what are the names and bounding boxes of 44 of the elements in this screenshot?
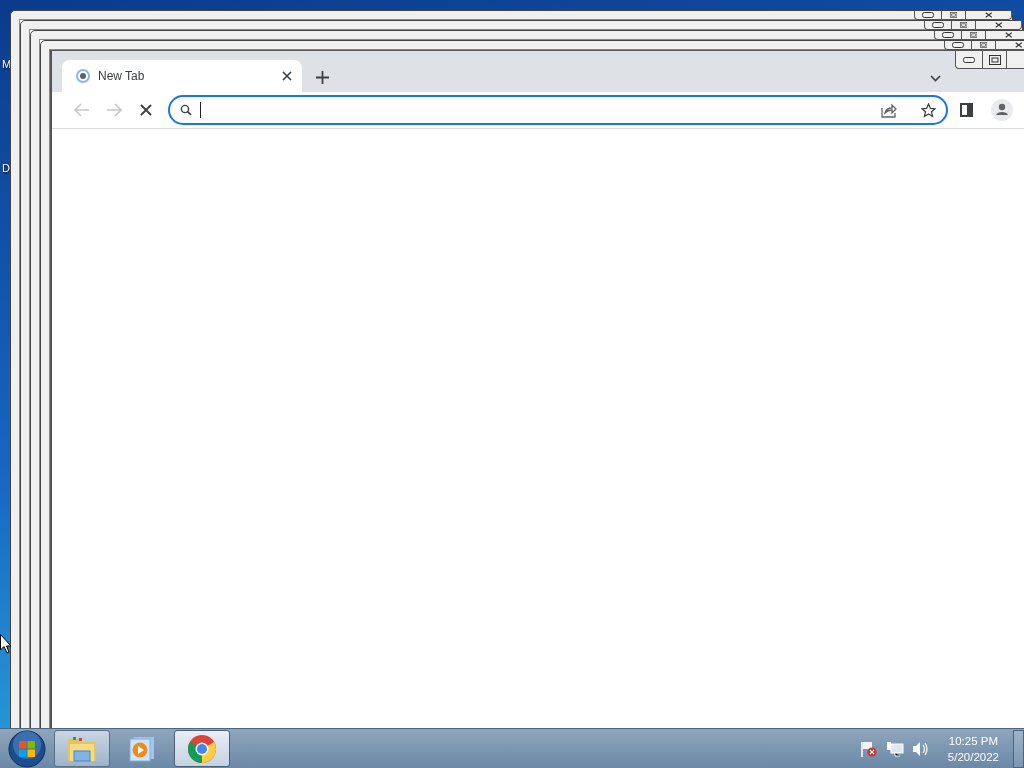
close-button[interactable] <box>986 31 1024 40</box>
show-desktop-button[interactable] <box>1013 729 1024 768</box>
minimize-icon <box>952 42 964 48</box>
close-icon <box>1014 42 1023 48</box>
close-icon <box>994 22 1003 28</box>
profile-icon[interactable] <box>991 99 1013 121</box>
star-icon[interactable] <box>921 102 936 118</box>
address-field[interactable] <box>168 95 948 125</box>
maximize-button[interactable] <box>983 51 1007 69</box>
network-icon[interactable] <box>885 740 904 757</box>
share-icon[interactable] <box>881 102 897 118</box>
search-icon <box>180 104 192 116</box>
maximize-icon <box>979 42 988 48</box>
close-button[interactable] <box>966 11 1012 20</box>
maximize-icon <box>949 12 958 18</box>
close-icon <box>984 12 993 18</box>
cursor-icon <box>0 634 12 654</box>
chrome-icon <box>187 733 217 764</box>
close-icon <box>1004 32 1013 38</box>
desktop-icon-label[interactable]: M <box>2 58 12 70</box>
close-tab-icon[interactable] <box>282 71 292 81</box>
close-button[interactable] <box>976 21 1022 30</box>
minimize-icon <box>922 12 934 18</box>
minimize-button[interactable] <box>955 51 983 69</box>
desktop-icon-label[interactable]: D <box>2 162 10 174</box>
minimize-icon <box>963 56 975 63</box>
minimize-icon <box>942 32 954 38</box>
start-button[interactable] <box>8 729 46 768</box>
maximize-icon <box>988 54 1001 65</box>
media-player-icon <box>128 734 156 763</box>
maximize-icon <box>959 22 968 28</box>
taskbar-button[interactable] <box>54 730 110 767</box>
maximize-icon <box>969 32 978 38</box>
browser-tab[interactable]: New Tab <box>62 60 302 92</box>
folder-icon <box>66 734 98 763</box>
tab-favicon-icon <box>76 69 90 83</box>
stop-icon[interactable] <box>140 104 152 116</box>
flag-icon[interactable] <box>859 739 878 758</box>
speaker-icon[interactable] <box>911 740 930 757</box>
side-panel-icon[interactable] <box>960 103 973 117</box>
minimize-icon <box>932 22 944 28</box>
chevron-down-icon[interactable] <box>930 75 941 82</box>
new-tab-icon[interactable] <box>316 71 329 84</box>
taskbar-button[interactable] <box>174 730 230 767</box>
